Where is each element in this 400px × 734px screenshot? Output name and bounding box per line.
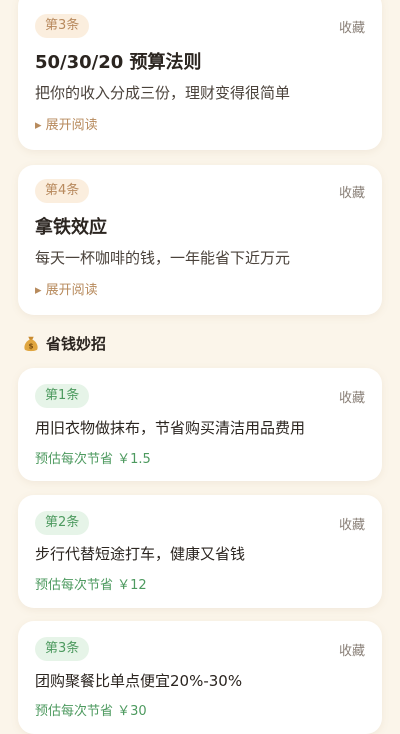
tip-number-badge: 第1条 (35, 384, 90, 408)
section-title: 省钱妙招 (46, 335, 107, 353)
tip-card[interactable]: 第1条 收藏 用旧衣物做抹布，节省购买清洁用品费用 预估每次节省 ￥1.5 (18, 368, 382, 481)
tip-number-badge: 第2条 (35, 511, 90, 535)
article-card[interactable]: 第3条 收藏 50/30/20 预算法则 把你的收入分成三份，理财变得很简单 ▸… (18, 0, 382, 150)
tip-text: 团购聚餐比单点便宜20%-30% (35, 672, 243, 690)
tip-text: 步行代替短途打车，健康又省钱 (35, 545, 246, 563)
tip-card[interactable]: 第2条 收藏 步行代替短途打车，健康又省钱 预估每次节省 ￥12 (18, 495, 382, 608)
saving-estimate: 预估每次节省 ￥1.5 (35, 452, 151, 467)
article-title: 拿铁效应 (35, 217, 107, 238)
article-number-badge: 第4条 (35, 179, 90, 203)
expand-read-link[interactable]: ▸ 展开阅读 (35, 279, 98, 298)
favorite-button[interactable]: 收藏 (339, 387, 365, 406)
article-number-badge: 第3条 (35, 14, 90, 38)
favorite-button[interactable]: 收藏 (339, 514, 365, 533)
favorite-button[interactable]: 收藏 (339, 640, 365, 659)
article-title: 50/30/20 预算法则 (35, 52, 202, 73)
article-card[interactable]: 第4条 收藏 拿铁效应 每天一杯咖啡的钱，一年能省下近万元 ▸ 展开阅读 (18, 165, 382, 315)
saving-estimate: 预估每次节省 ￥12 (35, 578, 147, 593)
article-description: 每天一杯咖啡的钱，一年能省下近万元 (35, 249, 291, 267)
svg-text:$: $ (28, 341, 33, 350)
tip-text: 用旧衣物做抹布，节省购买清洁用品费用 (35, 419, 306, 437)
favorite-button[interactable]: 收藏 (339, 17, 365, 36)
tip-number-badge: 第3条 (35, 637, 90, 661)
money-bag-icon: $ (24, 336, 38, 351)
favorite-button[interactable]: 收藏 (339, 182, 365, 201)
expand-read-link[interactable]: ▸ 展开阅读 (35, 114, 98, 133)
tip-card[interactable]: 第3条 收藏 团购聚餐比单点便宜20%-30% 预估每次节省 ￥30 (18, 621, 382, 734)
saving-estimate: 预估每次节省 ￥30 (35, 704, 147, 719)
article-description: 把你的收入分成三份，理财变得很简单 (35, 84, 291, 102)
section-header: $ 省钱妙招 (22, 333, 106, 354)
